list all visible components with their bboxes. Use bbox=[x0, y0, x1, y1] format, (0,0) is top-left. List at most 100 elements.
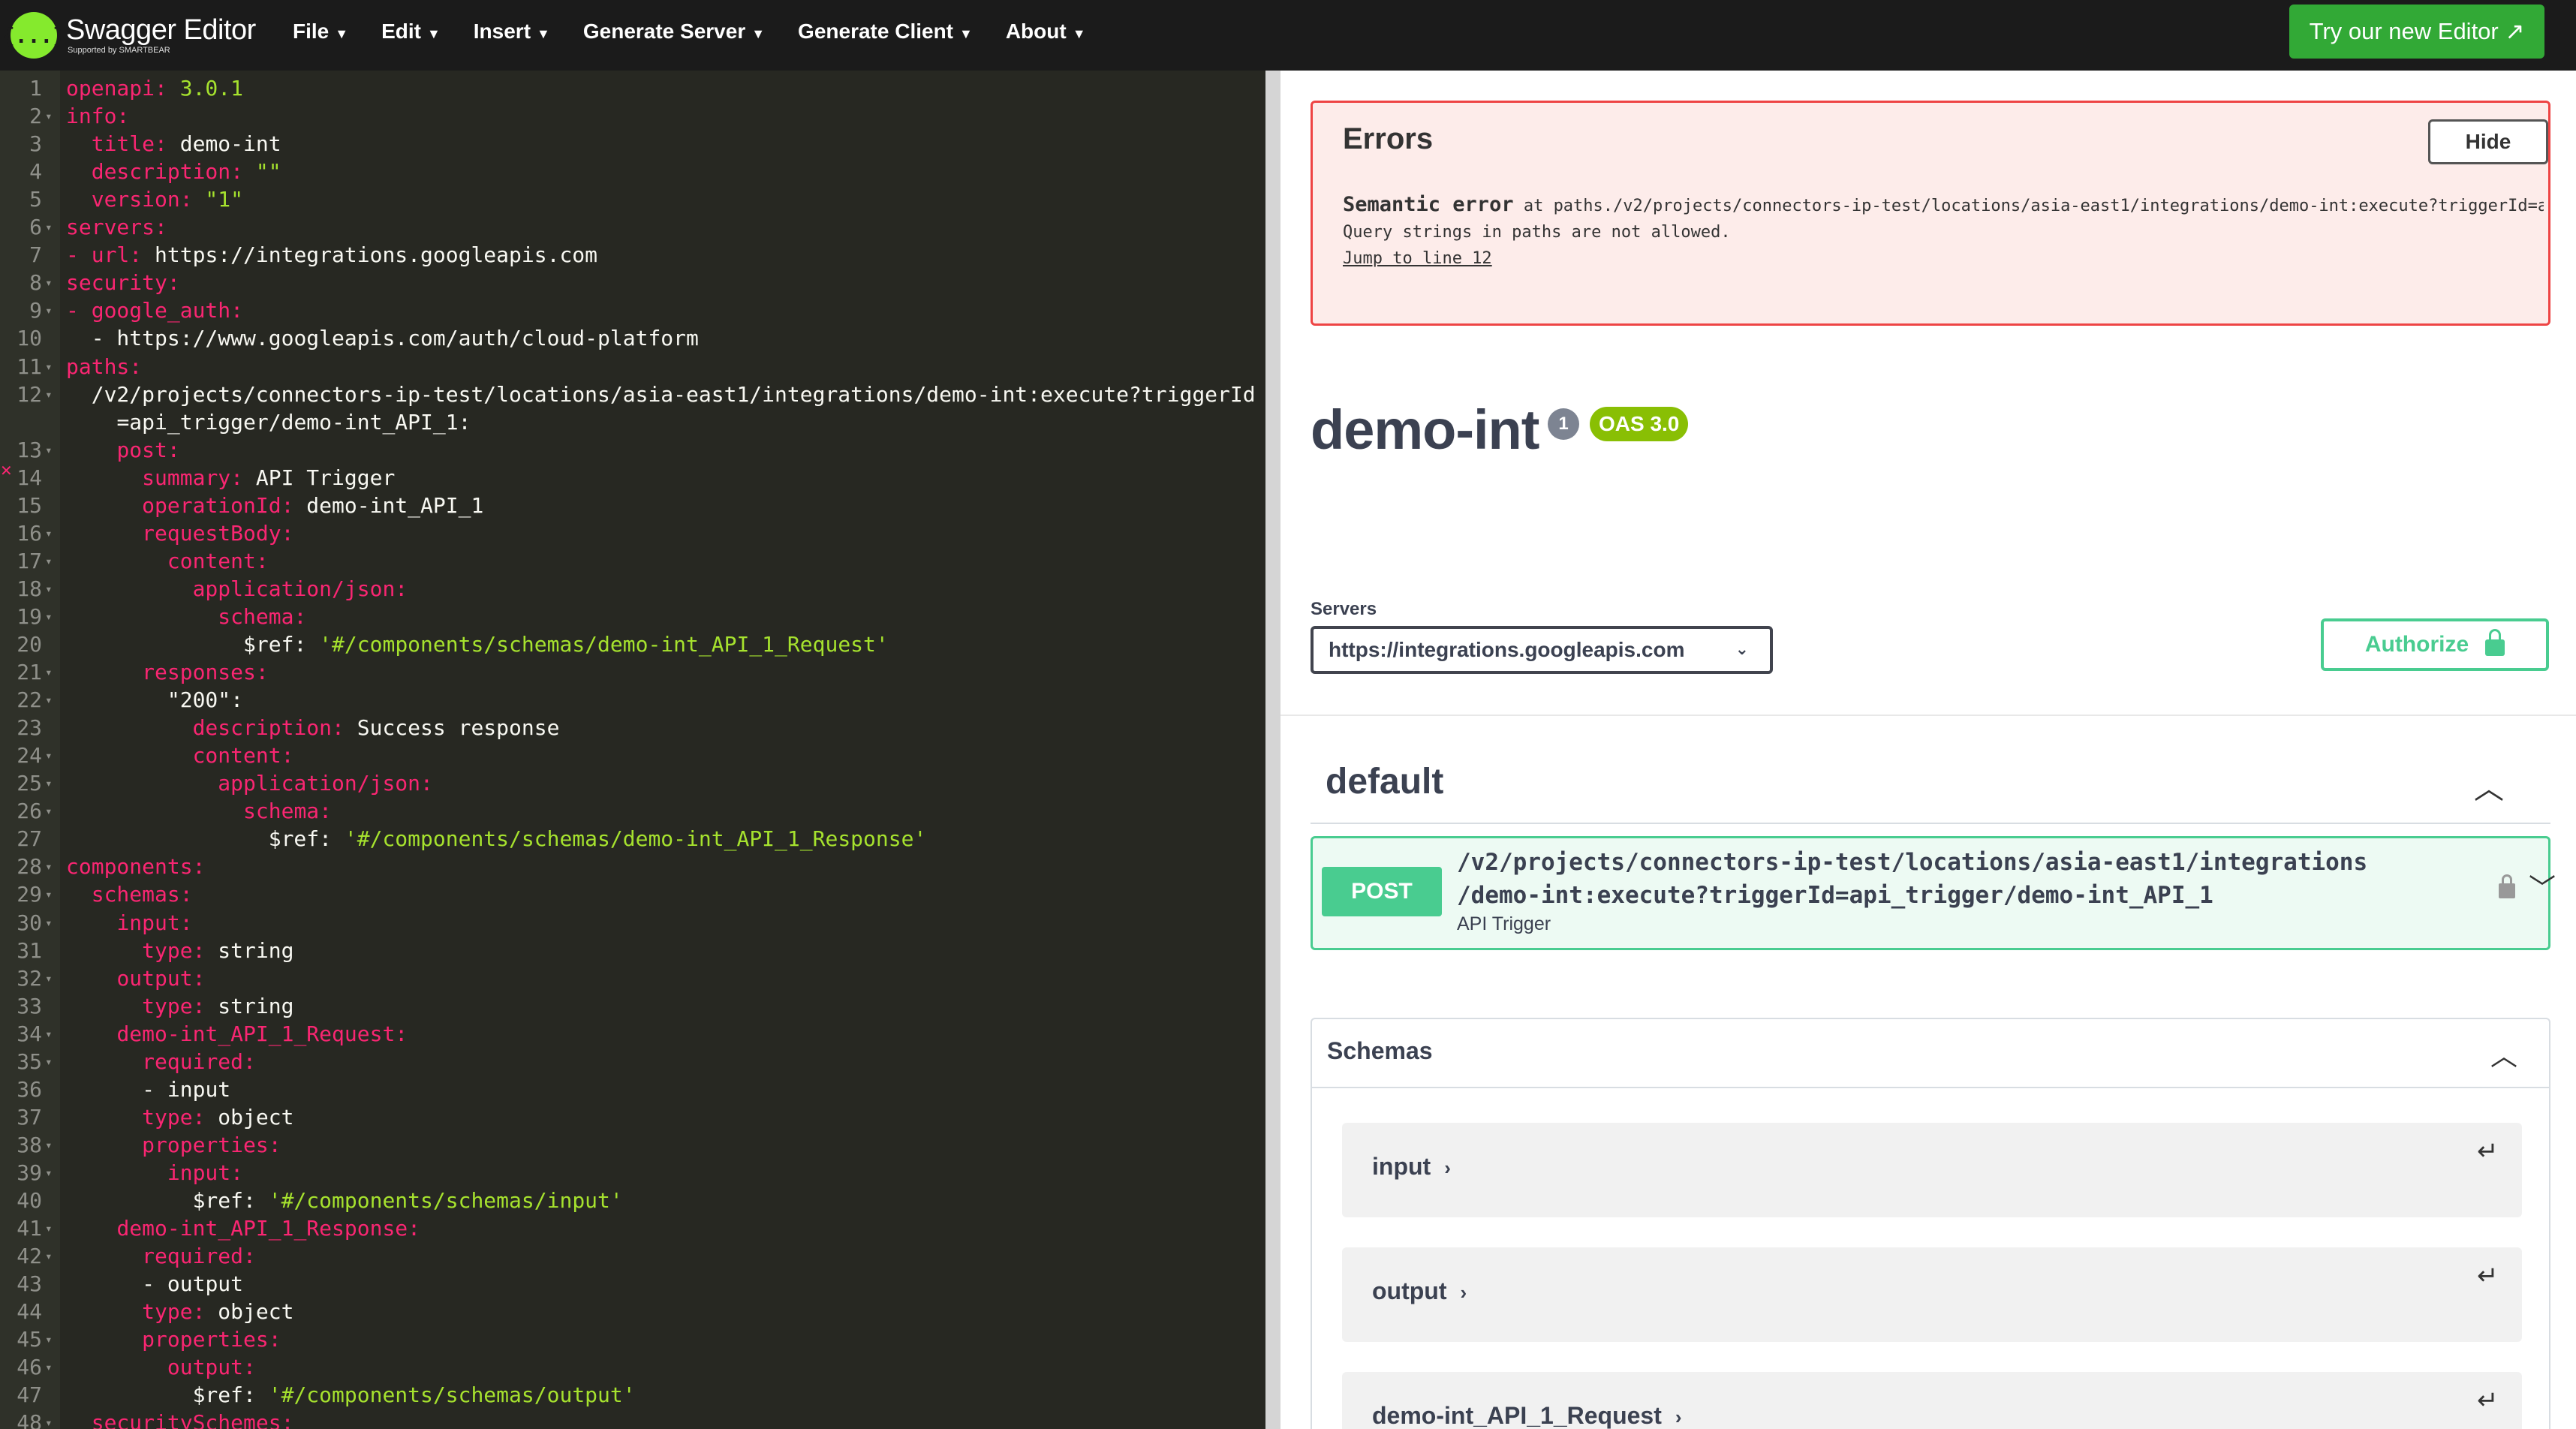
fold-arrow-icon[interactable]: ▾ bbox=[45, 603, 53, 630]
fold-arrow-icon[interactable]: ▾ bbox=[45, 353, 53, 381]
code-line[interactable]: 36 - input bbox=[0, 1076, 1265, 1103]
swagger-logo[interactable]: {...} Swagger Editor Supported by SMARTB… bbox=[2, 6, 256, 65]
code-line[interactable]: 3 title: demo-int bbox=[0, 130, 1265, 158]
code-line[interactable]: 43 - output bbox=[0, 1270, 1265, 1298]
servers-select[interactable]: https://integrations.googleapis.com ⌄ bbox=[1311, 626, 1773, 674]
code-line[interactable]: 19 ▾ schema: bbox=[0, 603, 1265, 630]
code-line[interactable]: 45 ▾ properties: bbox=[0, 1325, 1265, 1353]
code-line[interactable]: 48 ▾ securitySchemes: bbox=[0, 1409, 1265, 1429]
fold-arrow-icon[interactable]: ▾ bbox=[45, 1242, 53, 1270]
fold-arrow-icon[interactable]: ▾ bbox=[45, 213, 53, 241]
code-line[interactable]: 17 ▾ content: bbox=[0, 547, 1265, 575]
model-input[interactable]: input › ↵ bbox=[1342, 1123, 2522, 1217]
fold-arrow-icon[interactable]: ▾ bbox=[45, 964, 53, 992]
fold-arrow-icon[interactable]: ▾ bbox=[45, 1353, 53, 1381]
code-line[interactable]: 11 ▾ paths: bbox=[0, 353, 1265, 381]
code-line[interactable]: 33 type: string bbox=[0, 992, 1265, 1020]
menu-generate-server[interactable]: Generate Server ▼ bbox=[583, 20, 765, 44]
model-demo-int-api-1-request[interactable]: demo-int_API_1_Request › ↵ bbox=[1342, 1372, 2522, 1429]
code-line[interactable]: 32 ▾ output: bbox=[0, 964, 1265, 992]
code-line[interactable]: 21 ▾ responses: bbox=[0, 658, 1265, 686]
chevron-up-icon[interactable]: ︿ bbox=[2474, 764, 2504, 808]
code-line[interactable]: 10 - https://www.googleapis.com/auth/clo… bbox=[0, 324, 1265, 352]
code-line[interactable]: 30 ▾ input: bbox=[0, 909, 1265, 937]
code-line[interactable]: 13 ▾ post: bbox=[0, 436, 1265, 464]
code-line[interactable]: 34 ▾ demo-int_API_1_Request: bbox=[0, 1020, 1265, 1048]
hide-errors-button[interactable]: Hide bbox=[2428, 119, 2548, 164]
try-new-editor-button[interactable]: Try our new Editor ↗ bbox=[2289, 5, 2544, 59]
code-line[interactable]: 7 - url: https://integrations.googleapis.… bbox=[0, 241, 1265, 269]
code-line[interactable]: 23 description: Success response bbox=[0, 714, 1265, 742]
code-line[interactable]: 41 ▾ demo-int_API_1_Response: bbox=[0, 1214, 1265, 1242]
code-line[interactable]: 27 $ref: '#/components/schemas/demo-int_… bbox=[0, 825, 1265, 853]
code-line[interactable]: 22 ▾ "200": bbox=[0, 686, 1265, 714]
fold-arrow-icon[interactable]: ▾ bbox=[45, 296, 53, 324]
model-output[interactable]: output › ↵ bbox=[1342, 1247, 2522, 1342]
fold-arrow-icon[interactable]: ▾ bbox=[45, 547, 53, 575]
code-line[interactable]: 47 $ref: '#/components/schemas/output' bbox=[0, 1381, 1265, 1409]
fold-arrow-icon[interactable]: ▾ bbox=[45, 909, 53, 937]
menu-generate-client[interactable]: Generate Client ▼ bbox=[798, 20, 973, 44]
yaml-editor[interactable]: 1 openapi: 3.0.1 2 ▾ info: 3 title: demo-int 4… bbox=[0, 71, 1265, 1429]
fold-arrow-icon[interactable]: ▾ bbox=[45, 1048, 53, 1076]
authorize-button[interactable]: Authorize bbox=[2321, 618, 2549, 671]
fold-arrow-icon[interactable]: ▾ bbox=[45, 742, 53, 769]
fold-arrow-icon[interactable]: ▾ bbox=[45, 769, 53, 797]
fold-arrow-icon[interactable]: ▾ bbox=[45, 1214, 53, 1242]
jump-to-line-link[interactable]: Jump to line 12 bbox=[1343, 245, 2544, 272]
menu-edit[interactable]: Edit ▼ bbox=[381, 20, 441, 44]
fold-arrow-icon[interactable]: ▾ bbox=[45, 1325, 53, 1353]
code-line[interactable]: 20 $ref: '#/components/schemas/demo-int_… bbox=[0, 630, 1265, 658]
fold-arrow-icon[interactable]: ▾ bbox=[45, 519, 53, 547]
code-line[interactable]: 24 ▾ content: bbox=[0, 742, 1265, 769]
code-line[interactable]: 8 ▾ security: bbox=[0, 269, 1265, 296]
chevron-down-icon[interactable]: ﹀ bbox=[2529, 867, 2556, 906]
fold-arrow-icon[interactable]: ▾ bbox=[45, 880, 53, 908]
code-line[interactable]: 1 openapi: 3.0.1 bbox=[0, 74, 1265, 102]
fold-arrow-icon[interactable]: ▾ bbox=[45, 853, 53, 880]
code-line[interactable]: 40 $ref: '#/components/schemas/input' bbox=[0, 1187, 1265, 1214]
fold-arrow-icon[interactable]: ▾ bbox=[45, 686, 53, 714]
code-line[interactable]: =api_trigger/demo-int_API_1: bbox=[0, 408, 1265, 436]
fold-arrow-icon[interactable]: ▾ bbox=[45, 797, 53, 825]
code-line[interactable]: 42 ▾ required: bbox=[0, 1242, 1265, 1270]
code-line[interactable]: 44 type: object bbox=[0, 1298, 1265, 1325]
code-line[interactable]: 5 version: "1" bbox=[0, 185, 1265, 213]
error-marker-icon[interactable]: ✕ bbox=[0, 462, 13, 480]
code-line[interactable]: 18 ▾ application/json: bbox=[0, 575, 1265, 603]
code-line[interactable]: 26 ▾ schema: bbox=[0, 797, 1265, 825]
code-line[interactable]: 46 ▾ output: bbox=[0, 1353, 1265, 1381]
code-line[interactable]: 14 summary: API Trigger bbox=[0, 464, 1265, 492]
fold-arrow-icon[interactable]: ▾ bbox=[45, 575, 53, 603]
tag-default-title[interactable]: default bbox=[1326, 761, 1443, 802]
code-line[interactable]: 9 ▾ - google_auth: bbox=[0, 296, 1265, 324]
fold-arrow-icon[interactable]: ▾ bbox=[45, 436, 53, 464]
return-icon[interactable]: ↵ bbox=[2477, 1261, 2499, 1291]
code-line[interactable]: 39 ▾ input: bbox=[0, 1159, 1265, 1187]
fold-arrow-icon[interactable]: ▾ bbox=[45, 381, 53, 408]
fold-arrow-icon[interactable]: ▾ bbox=[45, 102, 53, 130]
menu-file[interactable]: File ▼ bbox=[293, 20, 348, 44]
code-line[interactable]: 31 type: string bbox=[0, 937, 1265, 964]
fold-arrow-icon[interactable]: ▾ bbox=[45, 269, 53, 296]
fold-arrow-icon[interactable]: ▾ bbox=[45, 1409, 53, 1429]
fold-arrow-icon[interactable]: ▾ bbox=[45, 658, 53, 686]
code-line[interactable]: 29 ▾ schemas: bbox=[0, 880, 1265, 908]
code-line[interactable]: 12 ▾ /v2/projects/connectors-ip-test/loca… bbox=[0, 381, 1265, 408]
code-line[interactable]: 37 type: object bbox=[0, 1103, 1265, 1131]
return-icon[interactable]: ↵ bbox=[2477, 1385, 2499, 1415]
lock-icon[interactable] bbox=[2499, 874, 2515, 898]
schemas-title[interactable]: Schemas bbox=[1327, 1037, 1433, 1065]
code-line[interactable]: 38 ▾ properties: bbox=[0, 1131, 1265, 1159]
operation-post[interactable]: POST /v2/projects/connectors-ip-test/loc… bbox=[1311, 836, 2556, 950]
fold-arrow-icon[interactable]: ▾ bbox=[45, 1020, 53, 1048]
menu-about[interactable]: About ▼ bbox=[1006, 20, 1086, 44]
fold-arrow-icon[interactable]: ▾ bbox=[45, 1131, 53, 1159]
chevron-up-icon[interactable]: ︿ bbox=[2490, 1034, 2517, 1073]
code-line[interactable]: 16 ▾ requestBody: bbox=[0, 519, 1265, 547]
menu-insert[interactable]: Insert ▼ bbox=[474, 20, 550, 44]
code-line[interactable]: 4 description: "" bbox=[0, 158, 1265, 185]
fold-arrow-icon[interactable]: ▾ bbox=[45, 1159, 53, 1187]
pane-splitter[interactable] bbox=[1265, 71, 1280, 1429]
code-line[interactable]: 25 ▾ application/json: bbox=[0, 769, 1265, 797]
